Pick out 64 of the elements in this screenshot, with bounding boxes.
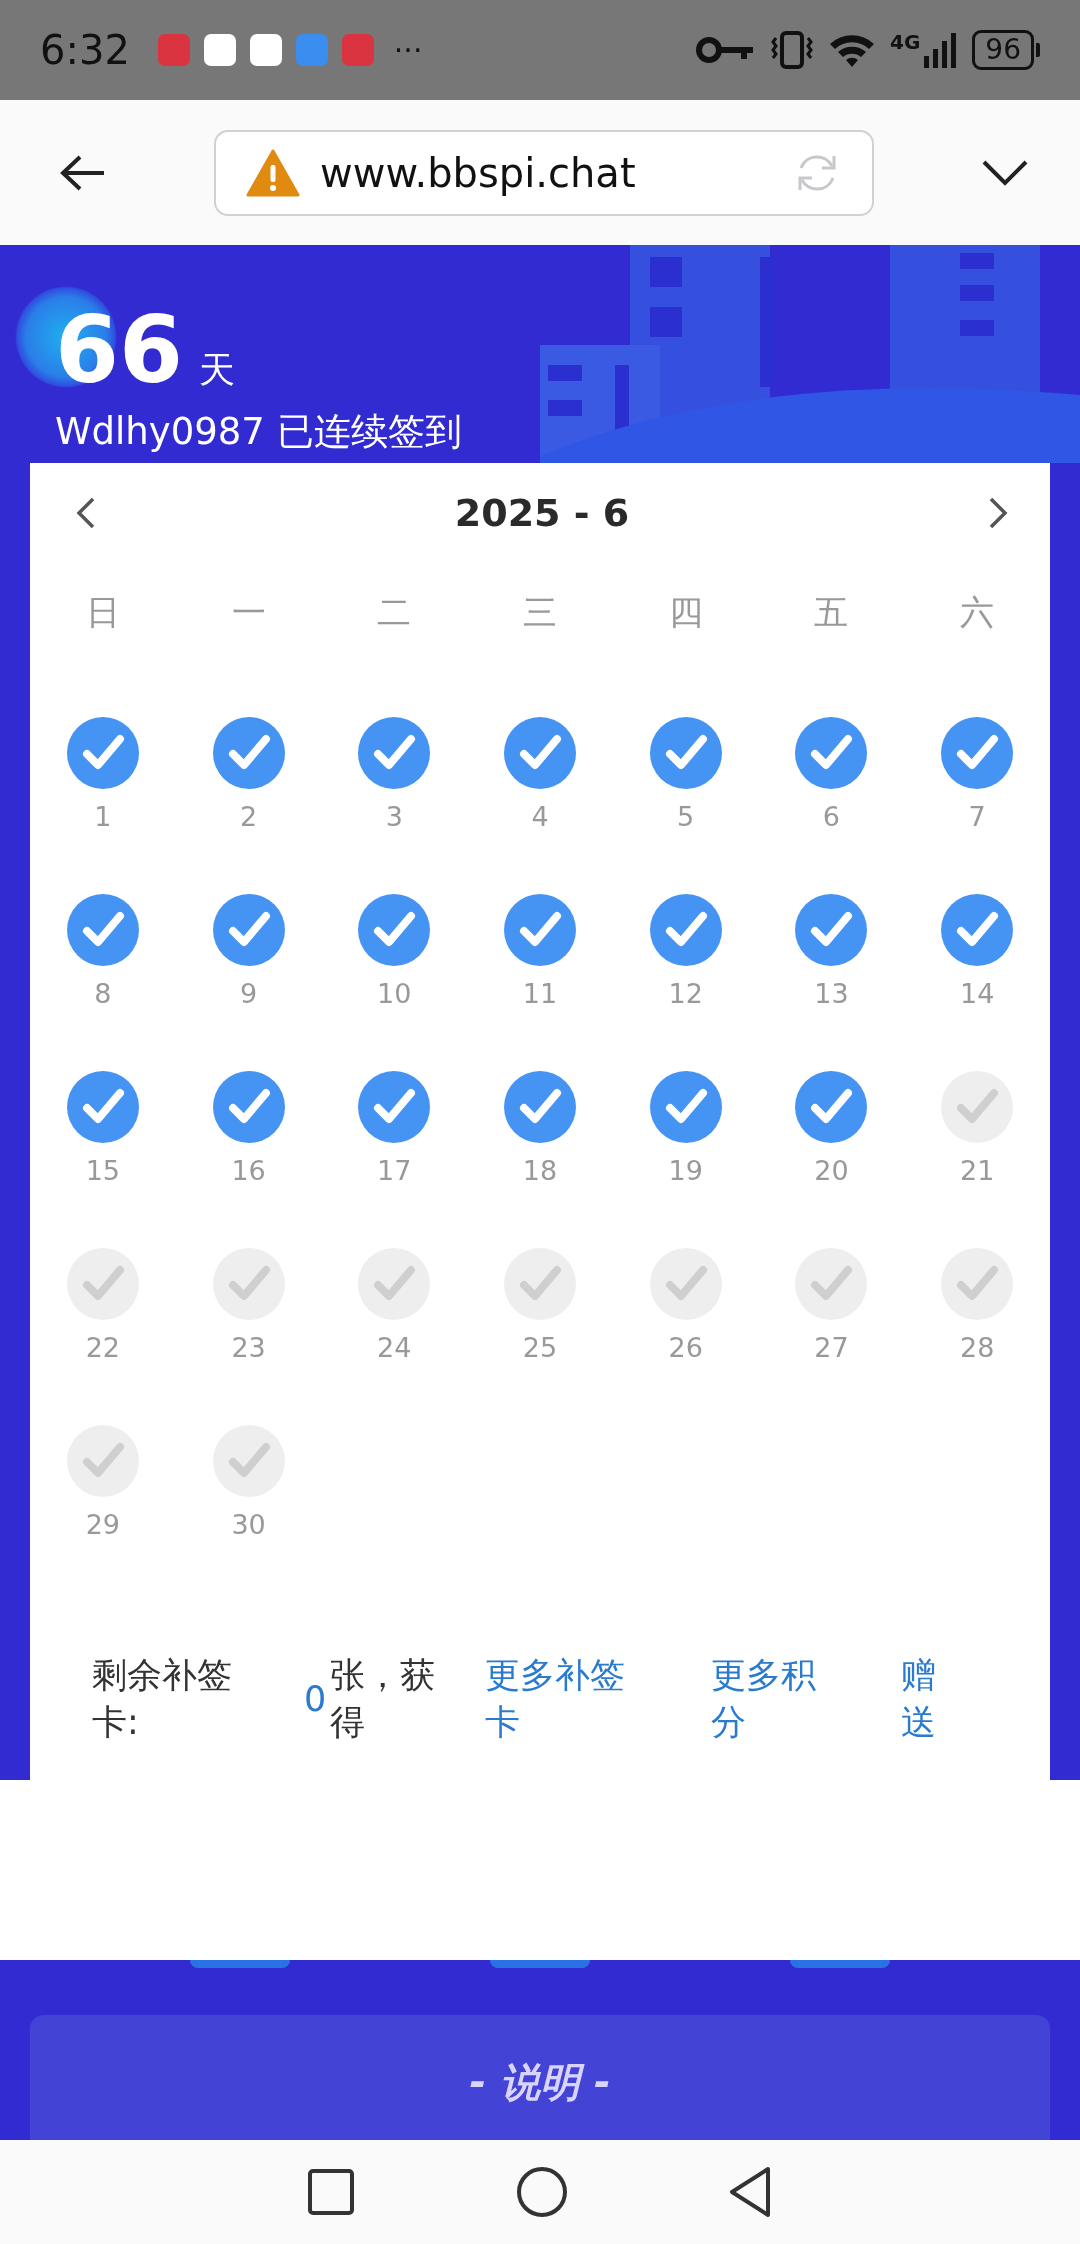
day-number: 28 bbox=[959, 1332, 995, 1363]
url-text: www.bbspi.chat bbox=[320, 149, 637, 196]
day-number: 18 bbox=[522, 1155, 558, 1186]
day-number: 20 bbox=[814, 1155, 849, 1186]
app-notification-icon bbox=[203, 34, 236, 66]
makeup-label: 剩余补签卡: bbox=[92, 1654, 233, 1744]
makeup-link[interactable]: 更多补签卡 bbox=[485, 1652, 646, 1746]
day-number: 29 bbox=[85, 1509, 121, 1540]
network-type: 4G bbox=[890, 30, 921, 54]
day-number: 24 bbox=[377, 1332, 412, 1363]
weekday-label: 四 bbox=[667, 591, 704, 634]
day-number: 6 bbox=[822, 801, 840, 832]
day-number: 10 bbox=[377, 978, 412, 1009]
day-number: 2 bbox=[239, 801, 258, 832]
app-notification-icon bbox=[295, 34, 328, 66]
makeup-link[interactable]: 赠送 bbox=[901, 1652, 942, 1746]
makeup-suffix: 张，获得 bbox=[330, 1654, 437, 1744]
day-number: 7 bbox=[968, 801, 986, 832]
app-notification-icon bbox=[341, 34, 374, 66]
streak-caption: Wdlhy0987 已连续签到 bbox=[55, 409, 463, 455]
address-bar[interactable]: www.bbspi.chat bbox=[214, 129, 874, 216]
day-number: 11 bbox=[522, 978, 558, 1009]
day-number: 26 bbox=[668, 1332, 703, 1363]
battery-level: 96 bbox=[972, 30, 1034, 70]
recent-apps-icon[interactable] bbox=[306, 2167, 356, 2217]
streak-days: 66 bbox=[55, 305, 184, 397]
day-number: 19 bbox=[668, 1155, 703, 1186]
vibrate-icon bbox=[770, 30, 814, 70]
day-number: 22 bbox=[85, 1332, 121, 1363]
day-number: 9 bbox=[239, 978, 258, 1009]
day-number: 25 bbox=[522, 1332, 558, 1363]
day-number: 15 bbox=[85, 1155, 121, 1186]
day-number: 30 bbox=[231, 1509, 266, 1540]
weekday-label: 三 bbox=[522, 591, 558, 634]
more-notifications: ··· bbox=[393, 32, 423, 68]
weekday-label: 日 bbox=[84, 591, 121, 634]
weekday-label: 二 bbox=[376, 591, 413, 634]
weekday-label: 六 bbox=[959, 591, 996, 634]
makeup-count: 0 bbox=[304, 1677, 327, 1721]
day-number: 8 bbox=[94, 978, 112, 1009]
makeup-link[interactable]: 更多积分 bbox=[711, 1652, 837, 1746]
day-number: 17 bbox=[377, 1155, 412, 1186]
day-number: 23 bbox=[231, 1332, 266, 1363]
day-number: 16 bbox=[231, 1155, 266, 1186]
day-number: 5 bbox=[677, 801, 695, 832]
day-number: 3 bbox=[385, 801, 403, 832]
status-time: 6:32 bbox=[40, 27, 130, 73]
day-number: 27 bbox=[814, 1332, 849, 1363]
weekday-label: 一 bbox=[230, 591, 267, 634]
weekday-label: 五 bbox=[813, 591, 850, 634]
day-number: 1 bbox=[94, 801, 112, 832]
month-title: 2025 - 6 bbox=[454, 491, 630, 535]
app-notification-icon bbox=[249, 34, 282, 66]
warning-icon bbox=[246, 148, 300, 197]
notice-title: - 说明 - bbox=[469, 2058, 611, 2107]
day-number: 12 bbox=[668, 978, 703, 1009]
day-number: 13 bbox=[814, 978, 849, 1009]
signal-icon bbox=[924, 30, 959, 70]
day-number: 21 bbox=[959, 1155, 995, 1186]
day-number: 4 bbox=[531, 801, 549, 832]
app-notification-icon bbox=[157, 34, 190, 66]
home-icon[interactable] bbox=[516, 2166, 568, 2218]
streak-unit: 天 bbox=[199, 348, 236, 392]
day-number: 14 bbox=[959, 978, 995, 1009]
